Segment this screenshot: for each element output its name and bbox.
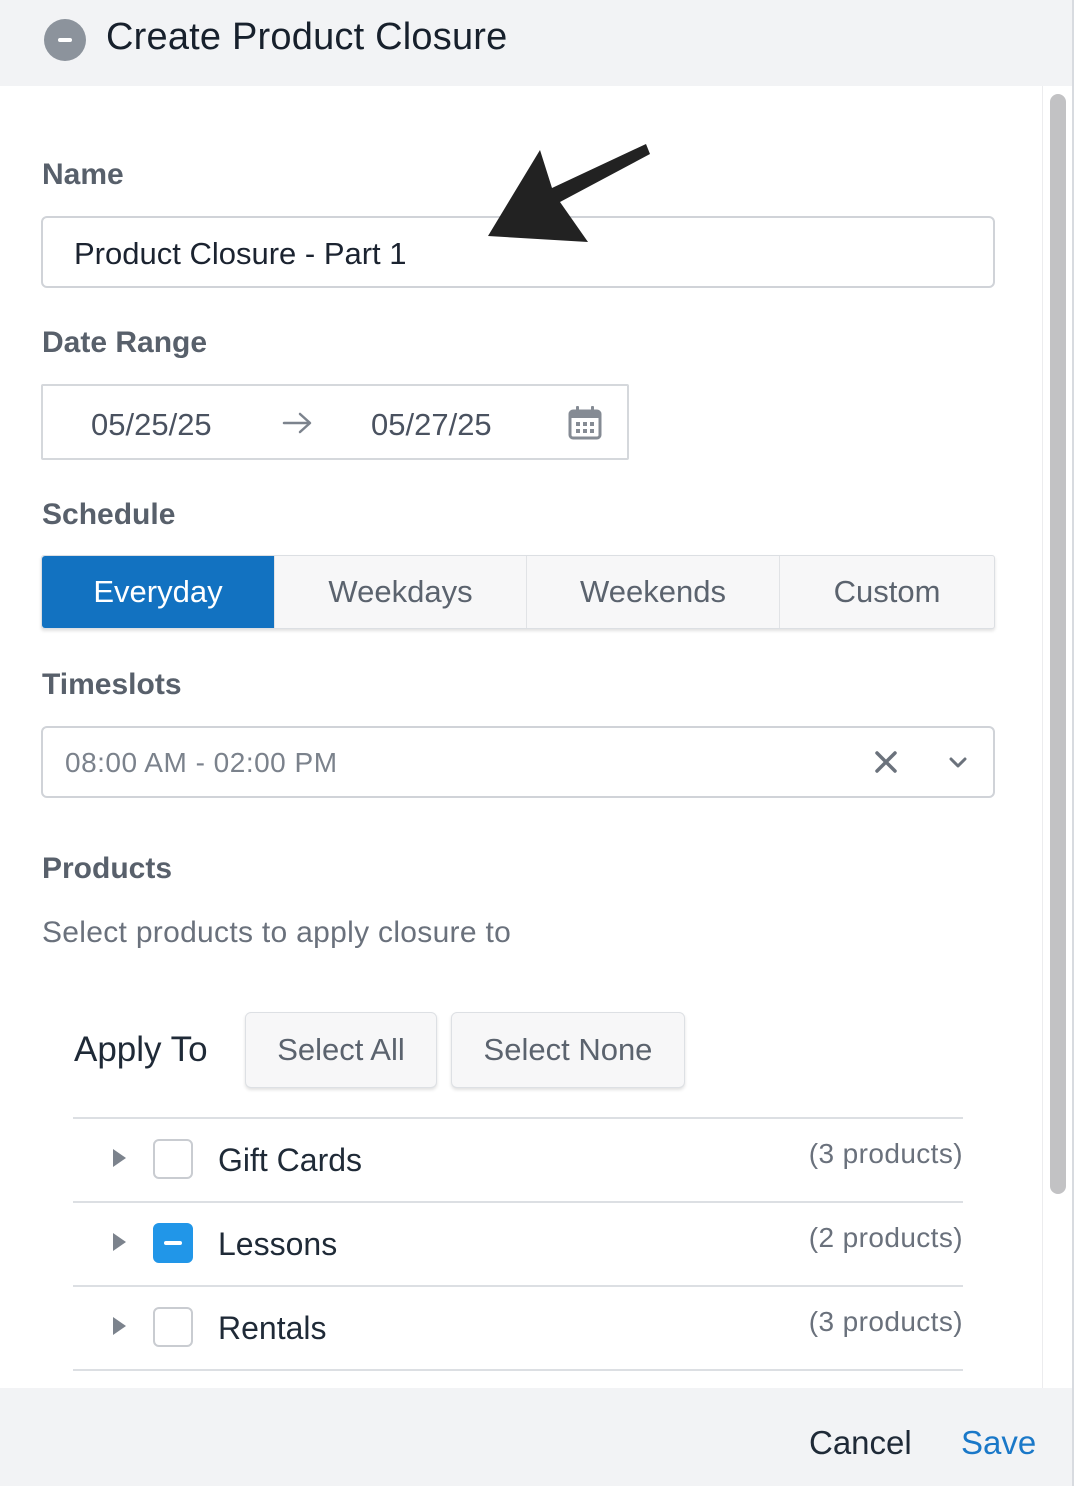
dialog-title: Create Product Closure: [106, 16, 508, 58]
caret-right-icon[interactable]: [111, 1232, 127, 1252]
caret-right-icon[interactable]: [111, 1316, 127, 1336]
chevron-down-icon[interactable]: [947, 754, 969, 770]
collapse-icon[interactable]: [44, 19, 86, 61]
products-label: Products: [42, 852, 173, 885]
date-range-label: Date Range: [42, 326, 208, 359]
timeslots-label: Timeslots: [42, 668, 182, 701]
end-date[interactable]: 05/27/25: [371, 407, 492, 443]
apply-to-label: Apply To: [74, 1030, 208, 1069]
product-group-name: Rentals: [218, 1310, 327, 1346]
schedule-weekdays-button[interactable]: Weekdays: [275, 556, 527, 628]
scrollbar-thumb[interactable]: [1050, 94, 1066, 1194]
name-label: Name: [42, 158, 124, 191]
calendar-icon[interactable]: [567, 405, 603, 441]
date-range-picker[interactable]: 05/25/25 05/27/25: [41, 384, 629, 460]
product-group-row[interactable]: Lessons (2 products): [73, 1204, 963, 1286]
name-input-value: Product Closure - Part 1: [74, 236, 407, 271]
timeslots-value: 08:00 AM - 02:00 PM: [65, 747, 338, 778]
start-date[interactable]: 05/25/25: [91, 407, 212, 443]
schedule-everyday-button[interactable]: Everyday: [42, 556, 275, 628]
product-group-count: (2 products): [808, 1222, 963, 1253]
product-group-name: Gift Cards: [218, 1142, 363, 1178]
arrow-right-icon: [282, 412, 312, 434]
schedule-segmented-control: Everyday Weekdays Weekends Custom: [41, 555, 995, 629]
dialog-header: Create Product Closure: [0, 0, 1074, 86]
schedule-custom-button[interactable]: Custom: [780, 556, 994, 628]
select-all-button[interactable]: Select All: [245, 1012, 437, 1088]
product-group-checkbox[interactable]: [153, 1307, 193, 1347]
product-group-checkbox[interactable]: [153, 1223, 193, 1263]
product-group-row[interactable]: Rentals (3 products): [73, 1288, 963, 1370]
product-group-count: (3 products): [808, 1306, 963, 1337]
products-subtitle: Select products to apply closure to: [42, 916, 512, 949]
divider: [73, 1369, 963, 1371]
schedule-label: Schedule: [42, 498, 176, 531]
divider: [73, 1201, 963, 1203]
save-button[interactable]: Save: [961, 1424, 1036, 1462]
clear-icon[interactable]: [873, 749, 899, 775]
select-none-button[interactable]: Select None: [451, 1012, 685, 1088]
annotation-arrow: [488, 144, 650, 242]
divider: [73, 1117, 963, 1119]
product-group-checkbox[interactable]: [153, 1139, 193, 1179]
schedule-weekends-button[interactable]: Weekends: [527, 556, 780, 628]
product-group-count: (3 products): [808, 1138, 963, 1169]
product-group-name: Lessons: [218, 1226, 338, 1262]
divider: [73, 1285, 963, 1287]
product-group-row[interactable]: Gift Cards (3 products): [73, 1120, 963, 1202]
cancel-button[interactable]: Cancel: [809, 1424, 912, 1462]
dialog-footer: Cancel Save: [0, 1388, 1074, 1486]
timeslots-select[interactable]: 08:00 AM - 02:00 PM: [41, 726, 995, 798]
caret-right-icon[interactable]: [111, 1148, 127, 1168]
